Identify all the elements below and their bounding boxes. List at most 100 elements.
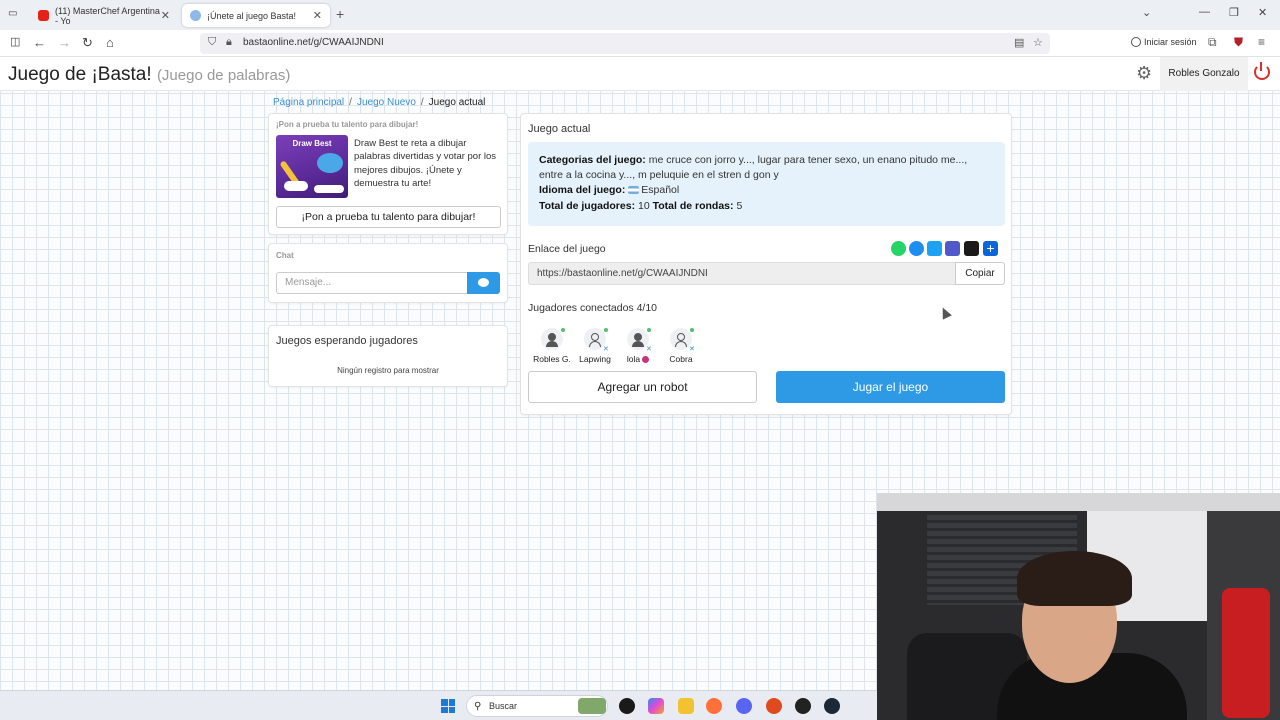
home-icon[interactable]: ⌂ xyxy=(106,35,114,50)
back-icon[interactable]: ← xyxy=(33,35,46,50)
waiting-games-panel: Juegos esperando jugadores Ningún regist… xyxy=(268,325,508,387)
total-players-label: Total de jugadores: xyxy=(539,199,636,212)
player-card: Robles G. xyxy=(532,328,572,368)
online-status-dot xyxy=(690,328,694,332)
site-header: Juego de ¡Basta! (Juego de palabras) ⚙ R… xyxy=(0,57,1280,91)
minimize-icon[interactable]: — xyxy=(1199,6,1210,18)
breadcrumb-current: Juego actual xyxy=(428,97,486,108)
waiting-empty-text: Ningún registro para mostrar xyxy=(337,366,439,375)
ad-heading: ¡Pon a prueba tu talento para dibujar! xyxy=(276,120,419,129)
steam-icon[interactable] xyxy=(824,698,840,714)
whatsapp-icon[interactable] xyxy=(891,241,906,256)
address-bar[interactable]: ⛉ 🔒︎ bastaonline.net/g/CWAAIJNDNI ▤ ☆ xyxy=(200,33,1050,54)
gear-icon[interactable]: ⚙ xyxy=(1136,63,1152,84)
ad-description: Draw Best te reta a dibujar palabras div… xyxy=(354,138,497,189)
player-card: ✕ lola xyxy=(618,328,658,368)
current-game-panel: Juego actual Categorias del juego: me cr… xyxy=(520,113,1012,415)
connected-players-heading: Jugadores conectados 4/10 xyxy=(528,302,658,314)
basta-favicon-icon xyxy=(190,10,201,21)
youtube-icon xyxy=(38,10,49,21)
power-icon[interactable] xyxy=(1254,62,1270,80)
copy-link-button[interactable]: Copiar xyxy=(955,262,1005,285)
online-status-dot xyxy=(604,328,608,332)
app-icon[interactable] xyxy=(766,698,782,714)
breadcrumb-home[interactable]: Página principal xyxy=(273,97,344,108)
lola-badge-icon xyxy=(642,356,650,363)
player-card: ✕ Lapwing xyxy=(575,328,615,368)
waiting-heading: Juegos esperando jugadores xyxy=(276,335,418,347)
close-tab-icon[interactable]: ✕ xyxy=(313,9,322,22)
categories-label: Categorias del juego: xyxy=(539,154,646,166)
argentina-flag-icon xyxy=(628,186,640,195)
bookmark-star-icon[interactable]: ☆ xyxy=(1033,36,1043,49)
twitter-icon[interactable] xyxy=(927,241,942,256)
copilot-icon[interactable] xyxy=(648,698,664,714)
player-card: ✕ Cobra xyxy=(661,328,701,368)
windows-start-icon[interactable] xyxy=(441,699,455,713)
tab-list-icon[interactable]: ▭ xyxy=(8,8,17,19)
close-tab-icon[interactable]: ✕ xyxy=(161,9,170,22)
ad-cta-button[interactable]: ¡Pon a prueba tu talento para dibujar! xyxy=(276,206,501,228)
close-window-icon[interactable]: ✕ xyxy=(1258,6,1267,19)
site-title[interactable]: Juego de ¡Basta! (Juego de palabras) xyxy=(8,64,290,86)
taskbar: ⚲ Buscar xyxy=(0,690,877,720)
firefox-icon[interactable] xyxy=(706,698,722,714)
language-label: Idioma del juego: xyxy=(539,184,626,197)
total-players-value: 10 xyxy=(638,199,650,212)
ad-image-title: Draw Best xyxy=(292,139,332,148)
total-rounds-value: 5 xyxy=(736,199,743,212)
url-text[interactable]: bastaonline.net/g/CWAAIJNDNI xyxy=(243,37,384,48)
account-icon xyxy=(1131,37,1141,47)
extensions-icon[interactable]: ⧉ xyxy=(1208,35,1217,50)
speech-bubble-icon xyxy=(478,278,489,287)
chatgpt-icon[interactable] xyxy=(619,698,635,714)
reload-icon[interactable]: ↻ xyxy=(82,35,93,51)
chat-panel: Chat Mensaje... xyxy=(268,243,508,303)
discord-icon[interactable] xyxy=(736,698,752,714)
site-subtitle: (Juego de palabras) xyxy=(156,67,291,84)
tracking-shield-icon[interactable]: ⛉ xyxy=(208,36,216,49)
kick-player-icon[interactable]: ✕ xyxy=(603,345,609,353)
obs-icon[interactable] xyxy=(795,698,811,714)
user-menu[interactable]: Robles Gonzalo xyxy=(1160,57,1248,91)
tab-title: (11) MasterChef Argentina - Yo xyxy=(55,5,160,26)
tab-title: ¡Únete al juego Basta! xyxy=(207,10,297,21)
messenger-icon[interactable] xyxy=(909,241,924,256)
ad-panel: ¡Pon a prueba tu talento para dibujar! D… xyxy=(268,113,508,235)
add-robot-button[interactable]: Agregar un robot xyxy=(528,371,757,403)
kick-player-icon[interactable]: ✕ xyxy=(689,345,695,353)
sidebar-toggle-icon[interactable]: ◫ xyxy=(10,35,20,48)
player-name: Cobra xyxy=(669,354,693,364)
search-icon: ⚲ xyxy=(474,701,482,712)
ublock-icon[interactable]: ⛊ xyxy=(1234,35,1243,50)
browser-nav-bar: ◫ ← → ↻ ⌂ ⛉ 🔒︎ bastaonline.net/g/CWAAIJN… xyxy=(0,30,1280,57)
kick-player-icon[interactable]: ✕ xyxy=(646,345,652,353)
language-value: Español xyxy=(641,184,680,197)
sign-in-button[interactable]: Iniciar sesión xyxy=(1131,37,1197,47)
file-explorer-icon[interactable] xyxy=(678,698,694,714)
tab-basta[interactable]: ¡Únete al juego Basta! ✕ xyxy=(182,4,330,27)
chat-message-input[interactable]: Mensaje... xyxy=(276,272,468,294)
snapchat-icon[interactable] xyxy=(964,241,979,256)
game-link-field[interactable]: https://bastaonline.net/g/CWAAIJNDNI xyxy=(528,262,956,285)
teams-icon[interactable] xyxy=(945,241,960,256)
menu-icon[interactable]: ≡ xyxy=(1258,35,1265,49)
lock-icon[interactable]: 🔒︎ xyxy=(226,36,232,49)
breadcrumb-new-game[interactable]: Juego Nuevo xyxy=(357,97,416,108)
draw-best-image[interactable]: Draw Best xyxy=(276,135,348,198)
browser-tab-bar: ▭ (11) MasterChef Argentina - Yo ✕ ¡Únet… xyxy=(0,0,1280,30)
tab-masterchef[interactable]: (11) MasterChef Argentina - Yo ✕ xyxy=(30,4,178,27)
tab-overflow-icon[interactable]: ⌄ xyxy=(1142,6,1151,19)
maximize-icon[interactable]: ❐ xyxy=(1229,6,1239,19)
webcam-overlay xyxy=(877,493,1280,720)
game-link-heading: Enlace del juego xyxy=(528,243,606,255)
new-tab-icon[interactable]: + xyxy=(336,6,344,22)
forward-icon[interactable]: → xyxy=(58,35,71,50)
online-status-dot xyxy=(561,328,565,332)
play-game-button[interactable]: Jugar el juego xyxy=(776,371,1005,403)
search-highlight-icon xyxy=(578,698,606,714)
breadcrumb: Página principal / Juego Nuevo / Juego actua… xyxy=(273,97,486,108)
share-more-icon[interactable]: + xyxy=(983,241,998,256)
reader-view-icon[interactable]: ▤ xyxy=(1014,36,1024,49)
chat-send-button[interactable] xyxy=(467,272,500,294)
